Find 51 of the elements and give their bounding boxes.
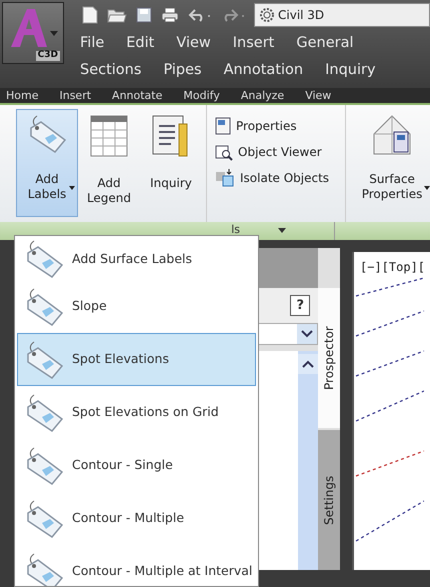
menu-item[interactable]: Contour - Multiple at Interval xyxy=(17,545,256,586)
undo-icon[interactable] xyxy=(188,8,212,22)
menu-item[interactable]: Spot Elevations on Grid xyxy=(17,386,256,439)
menu-item[interactable]: Contour - Single xyxy=(17,439,256,492)
ribbon-button[interactable]: Properties xyxy=(215,113,330,139)
open-folder-icon[interactable] xyxy=(107,7,127,23)
menu-item[interactable]: Edit xyxy=(126,32,154,54)
new-file-icon[interactable] xyxy=(82,6,98,24)
menu-item[interactable]: Slope xyxy=(17,280,256,333)
menu-item[interactable]: General xyxy=(296,32,354,54)
menu-item[interactable]: Pipes xyxy=(163,60,202,82)
ribbon-button[interactable]: Inquiry xyxy=(140,109,202,217)
help-button[interactable]: ? xyxy=(290,294,310,316)
save-icon[interactable] xyxy=(136,7,152,23)
ribbon-tab[interactable]: Analyze xyxy=(240,88,284,103)
menu-item[interactable]: Spot Elevations xyxy=(17,333,256,386)
ribbon-button[interactable]: Isolate Objects xyxy=(215,165,330,191)
toolspace-tab[interactable]: Prospector xyxy=(318,288,340,428)
ribbon-button[interactable]: Add Labels xyxy=(16,109,78,217)
ribbon-tab[interactable]: Insert xyxy=(59,88,92,103)
menu-item[interactable]: Add Surface Labels xyxy=(17,238,256,280)
app-logo-label: C3D xyxy=(36,51,60,61)
toolspace-tab[interactable]: Settings xyxy=(318,430,340,570)
caret-icon xyxy=(50,31,58,36)
menu-item[interactable]: File xyxy=(80,32,104,54)
chevron-up-icon[interactable] xyxy=(298,354,318,374)
panel-title: ls xyxy=(231,222,241,238)
caret-icon[interactable] xyxy=(278,228,286,233)
table-icon xyxy=(89,114,129,158)
ribbon-tab[interactable]: Annotate xyxy=(112,88,162,103)
menu-item[interactable]: Contour - Multiple xyxy=(17,492,256,545)
ribbon-tab[interactable]: View xyxy=(305,88,332,103)
application-menu-button[interactable]: C3D xyxy=(2,2,64,64)
magnifier-icon xyxy=(215,143,233,161)
workspace-field[interactable]: Civil 3D xyxy=(254,3,430,27)
viewport-label[interactable]: [−][Top][ xyxy=(354,252,430,276)
properties-icon xyxy=(215,117,231,135)
menu-item[interactable]: Inquiry xyxy=(325,60,376,82)
menu-item[interactable]: Insert xyxy=(232,32,274,54)
cubes-icon xyxy=(215,169,235,187)
ribbon-tab[interactable]: Home xyxy=(6,88,38,103)
ribbon-button[interactable]: Object Viewer xyxy=(215,139,330,165)
print-icon[interactable] xyxy=(161,7,179,23)
settings-icon xyxy=(258,6,276,24)
ribbon-tab[interactable]: Modify xyxy=(183,88,220,103)
chevron-down-icon[interactable] xyxy=(297,324,317,344)
menu-item[interactable]: View xyxy=(176,32,211,54)
ribbon-button[interactable]: Surface Properties xyxy=(354,109,430,217)
menu-item[interactable]: Sections xyxy=(80,60,142,82)
ribbon-button[interactable]: Add Legend xyxy=(78,109,140,217)
menu-item[interactable]: Annotation xyxy=(224,60,304,82)
